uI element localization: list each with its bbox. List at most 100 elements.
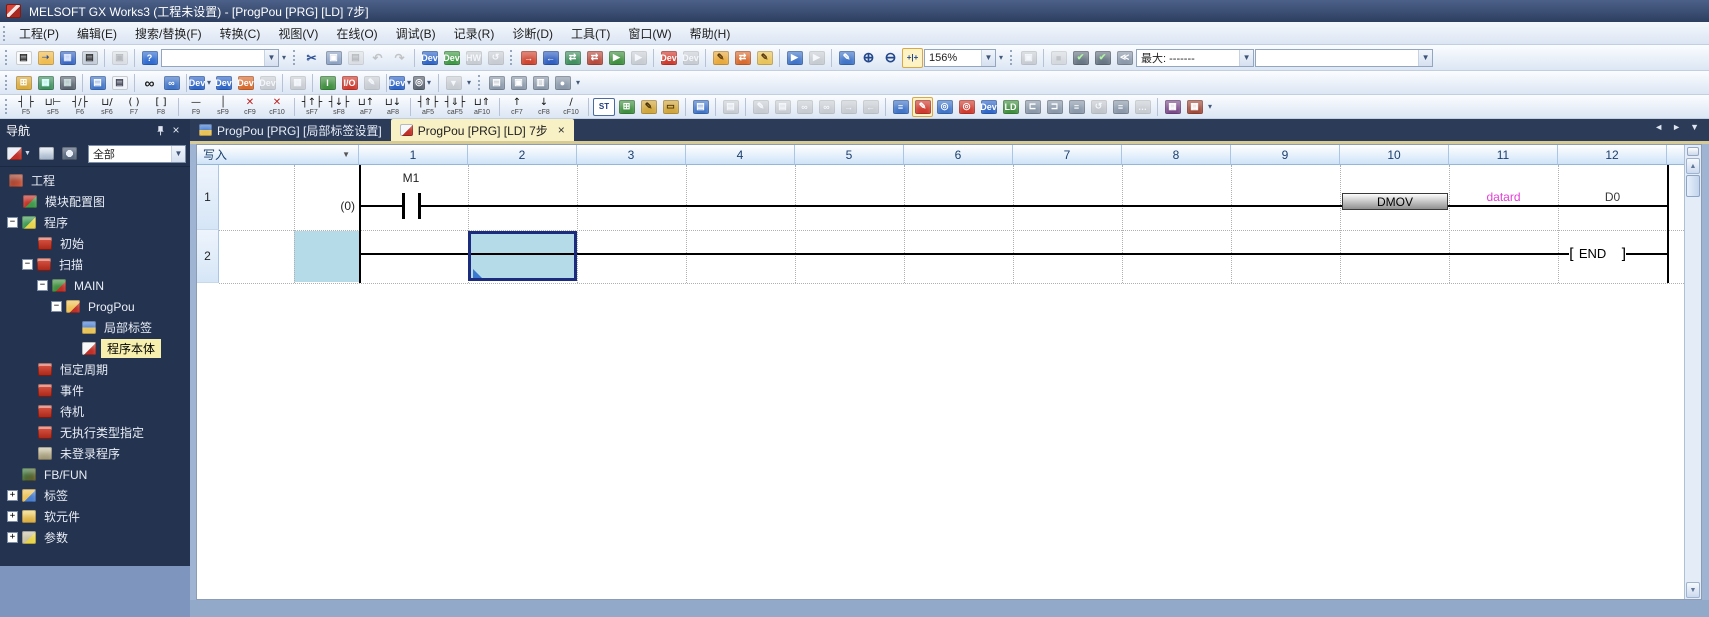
read-from-plc-icon[interactable]: ← bbox=[540, 48, 561, 68]
ladder-tool-aF8[interactable]: ⊔↓ aF8 bbox=[380, 96, 406, 117]
window-list-icon[interactable]: ▤ bbox=[486, 73, 507, 93]
jump-return-icon[interactable]: ≪ bbox=[1114, 48, 1135, 68]
window-sheet-icon[interactable]: ▥ bbox=[530, 73, 551, 93]
ladder-tool-F8[interactable]: [ ] F8 bbox=[148, 96, 174, 117]
copy-icon[interactable]: ▣ bbox=[323, 48, 344, 68]
outline-icon[interactable]: ≡ bbox=[1066, 97, 1087, 117]
device-ld-green-icon[interactable]: LD bbox=[1000, 97, 1021, 117]
window-frame-icon[interactable]: ▣ bbox=[508, 73, 529, 93]
tree-item-待机[interactable]: 待机 bbox=[0, 401, 190, 422]
toolbar-overflow-icon[interactable]: ▾ bbox=[997, 53, 1006, 62]
tree-item-软元件[interactable]: + 软元件 bbox=[0, 506, 190, 527]
chevron-down-icon[interactable]: ▼ bbox=[171, 145, 185, 162]
collapse-icon[interactable]: − bbox=[51, 301, 62, 312]
io-check-icon[interactable]: I/O bbox=[339, 73, 360, 93]
vertical-scrollbar[interactable]: ▲ ▼ bbox=[1684, 145, 1701, 599]
fit-width-icon[interactable]: +|+ bbox=[902, 47, 924, 68]
ladder-tool-sF5[interactable]: ⊔⊢ sF5 bbox=[40, 96, 66, 117]
expand-icon[interactable]: + bbox=[7, 490, 18, 501]
element-window-icon[interactable]: ▤ bbox=[87, 73, 108, 93]
ladder-tool-cF8[interactable]: ↓ cF8 bbox=[531, 96, 557, 117]
diff-plc-icon[interactable]: ⇄ bbox=[584, 48, 605, 68]
ladder-tool-sF7[interactable]: ┤↑├ sF7 bbox=[299, 96, 325, 117]
menu-item-5[interactable]: 在线(O) bbox=[327, 22, 386, 45]
ladder-find-view-icon[interactable]: ◎ bbox=[934, 97, 955, 117]
device-monitor-icon[interactable]: Dev bbox=[658, 48, 679, 68]
ladder-tool-F6[interactable]: ┤/├ F6 bbox=[67, 96, 93, 117]
device-monitor-blue-icon[interactable]: Dev bbox=[978, 97, 999, 117]
device-display-menu-icon[interactable]: Dev ▾ bbox=[389, 73, 412, 93]
quick-find-combo[interactable]: ▼ bbox=[161, 48, 279, 67]
check-list-icon[interactable]: ≡ bbox=[1110, 97, 1131, 117]
tree-item-事件[interactable]: 事件 bbox=[0, 380, 190, 401]
selected-cell-border[interactable] bbox=[468, 231, 577, 281]
menu-item-2[interactable]: 搜索/替换(F) bbox=[126, 22, 211, 45]
collapse-icon[interactable]: − bbox=[7, 217, 18, 228]
menu-item-0[interactable]: 工程(P) bbox=[10, 22, 68, 45]
menu-item-4[interactable]: 视图(V) bbox=[269, 22, 327, 45]
gear-icon[interactable] bbox=[59, 144, 80, 164]
print-icon[interactable]: ▤ bbox=[79, 48, 100, 68]
cut-icon[interactable]: ✂ bbox=[301, 48, 322, 68]
ladder-tool-sF8[interactable]: ┤↓├ sF8 bbox=[326, 96, 352, 117]
chevron-down-icon[interactable]: ▼ bbox=[981, 49, 996, 66]
comment-bubble-edit-icon[interactable]: ✎ bbox=[638, 97, 659, 117]
split-handle[interactable] bbox=[1687, 147, 1699, 156]
chevron-down-icon[interactable]: ▼ bbox=[1239, 49, 1254, 66]
ladder-tool-cF9[interactable]: ✕ cF9 bbox=[237, 96, 263, 117]
contact-bar-right[interactable] bbox=[418, 193, 421, 219]
tree-item-工程[interactable]: 工程 bbox=[0, 170, 190, 191]
watch-monitor-start-icon[interactable]: ▶ bbox=[784, 48, 805, 68]
open-project-icon[interactable]: ➝ bbox=[35, 48, 56, 68]
ladder-mode-select[interactable]: 写入 ▼ bbox=[197, 145, 359, 165]
device-terminal-icon[interactable]: Dev bbox=[441, 48, 462, 68]
tree-item-标签[interactable]: + 标签 bbox=[0, 485, 190, 506]
scroll-down-icon[interactable]: ▼ bbox=[1686, 582, 1700, 598]
toolbar-overflow-icon[interactable]: ▾ bbox=[465, 78, 474, 87]
tree-item-扫描[interactable]: − 扫描 bbox=[0, 254, 190, 275]
operand-label-datard[interactable]: datard bbox=[1449, 190, 1558, 204]
ladder-tool-aF5[interactable]: ┤⇑├ aF5 bbox=[415, 96, 441, 117]
tab-close-icon[interactable]: × bbox=[558, 124, 565, 136]
clamp-left-icon[interactable]: ⊐ bbox=[1044, 97, 1065, 117]
ladder-tool-F7[interactable]: ( ) F7 bbox=[121, 96, 147, 117]
nav-structure-icon[interactable]: ⊞ bbox=[13, 73, 34, 93]
ladder-tool-sF6[interactable]: ⊔/sF6 bbox=[94, 96, 120, 117]
zoom-level-combo[interactable]: 156% ▼ bbox=[924, 48, 997, 67]
save-project-icon[interactable]: ▦ bbox=[57, 48, 78, 68]
tree-item-参数[interactable]: + 参数 bbox=[0, 527, 190, 548]
tree-item-无执行类型指定[interactable]: 无执行类型指定 bbox=[0, 422, 190, 443]
ladder-tool-cF10[interactable]: ✕ cF10 bbox=[264, 96, 290, 117]
comment-bubble-show-icon[interactable]: ▭ bbox=[660, 97, 681, 117]
tree-item-初始[interactable]: 初始 bbox=[0, 233, 190, 254]
align-ladder-icon[interactable]: ≡ bbox=[890, 97, 911, 117]
tab-scroll-right-icon[interactable]: ► bbox=[1672, 122, 1681, 132]
expand-icon[interactable]: + bbox=[7, 511, 18, 522]
comment-show-icon[interactable]: ✎ bbox=[754, 48, 775, 68]
collapse-icon[interactable]: − bbox=[37, 280, 48, 291]
entry-window-icon[interactable]: ▤ bbox=[109, 73, 130, 93]
collapse-icon[interactable]: − bbox=[22, 259, 33, 270]
tree-item-局部标签[interactable]: 局部标签 bbox=[0, 317, 190, 338]
chevron-down-icon[interactable]: ▼ bbox=[264, 49, 278, 66]
instruction-box-dmov[interactable]: DMOV bbox=[1342, 193, 1448, 210]
tree-item-FB/FUN[interactable]: FB/FUN bbox=[0, 464, 190, 485]
tab-local-label-settings[interactable]: ProgPou [PRG] [局部标签设置] bbox=[190, 119, 391, 141]
tree-item-程序[interactable]: − 程序 bbox=[0, 212, 190, 233]
ladder-tool-F9[interactable]: — F9 bbox=[183, 96, 209, 117]
toolbar-overflow-icon[interactable]: ▾ bbox=[574, 78, 583, 87]
ladder-edit-mode-icon[interactable]: ✎ bbox=[912, 96, 933, 117]
comment-transfer-icon[interactable]: ⇄ bbox=[732, 48, 753, 68]
device-note-icon[interactable]: ▤ bbox=[690, 97, 711, 117]
ladder-tool-cF7[interactable]: ↑ cF7 bbox=[504, 96, 530, 117]
device-search-menu-icon[interactable]: ◎ ▾ bbox=[413, 73, 434, 93]
pc-parameter-icon[interactable]: ▦ bbox=[35, 73, 56, 93]
comment-edit-icon[interactable]: ✎ bbox=[710, 48, 731, 68]
check-ok-2-icon[interactable]: ✔ bbox=[1092, 48, 1113, 68]
pin-icon[interactable] bbox=[152, 122, 168, 138]
plc-tool-purple-icon[interactable]: ▦ bbox=[1162, 97, 1183, 117]
tab-list-icon[interactable]: ▼ bbox=[1690, 122, 1699, 132]
plc-tool-red-icon[interactable]: ▦ bbox=[1184, 97, 1205, 117]
tree-item-ProgPou[interactable]: − ProgPou bbox=[0, 296, 190, 317]
note-edit-icon[interactable]: I bbox=[317, 73, 338, 93]
